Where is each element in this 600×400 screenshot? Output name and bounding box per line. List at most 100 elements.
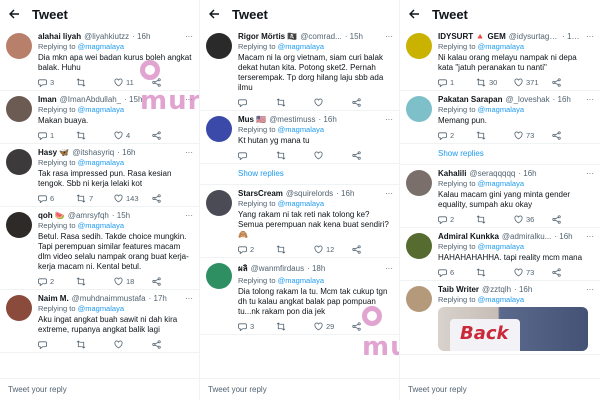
like-action[interactable]: 371 [514, 78, 552, 87]
avatar[interactable] [406, 286, 432, 312]
reply-action[interactable]: 2 [238, 245, 276, 254]
avatar[interactable] [6, 149, 32, 175]
author-handle[interactable]: @itshasyriq [72, 148, 114, 157]
retweet-action[interactable] [276, 244, 314, 254]
share-action[interactable] [552, 214, 590, 224]
reply-tweet[interactable]: ผลิ @wanmfirdaus · 18h ··· Replying to @… [200, 258, 399, 335]
mention-link[interactable]: @magmalaya [278, 125, 324, 134]
author-handle[interactable]: @admiralku... [502, 232, 551, 241]
timestamp[interactable]: · 16h [336, 189, 354, 198]
avatar[interactable] [406, 170, 432, 196]
like-action[interactable]: 73 [514, 131, 552, 140]
more-options-icon[interactable]: ··· [382, 264, 393, 273]
avatar[interactable] [6, 212, 32, 238]
back-arrow-icon[interactable] [8, 8, 20, 20]
author-name[interactable]: Mus 🇺🇸 [238, 115, 266, 124]
reply-tweet[interactable]: Mus 🇺🇸 @mestimuss · 16h ··· Replying to … [200, 111, 399, 164]
author-name[interactable]: Pakatan Sarapan [438, 95, 502, 104]
show-replies-link[interactable]: Show replies [200, 164, 399, 185]
reply-tweet[interactable]: StarsCream @squirelords · 16h ··· Replyi… [200, 185, 399, 258]
like-action[interactable]: 73 [514, 268, 552, 277]
more-options-icon[interactable]: ··· [583, 95, 594, 104]
reply-action[interactable]: 2 [438, 215, 476, 224]
retweet-action[interactable] [76, 130, 114, 140]
share-action[interactable] [552, 267, 590, 277]
avatar[interactable] [206, 116, 232, 142]
share-action[interactable] [352, 244, 390, 254]
avatar[interactable] [6, 33, 32, 59]
timestamp[interactable]: · 15h [124, 95, 142, 104]
like-action[interactable]: 18 [114, 277, 152, 286]
timestamp[interactable]: · 16h [319, 115, 337, 124]
reply-tweet[interactable]: alahai liyah @liyahkiutzz · 16h ··· Repl… [0, 28, 199, 91]
retweet-action[interactable] [476, 130, 514, 140]
share-action[interactable] [552, 130, 590, 140]
author-name[interactable]: ผลิ [238, 262, 248, 275]
retweet-action[interactable] [276, 150, 314, 160]
like-action[interactable] [114, 340, 152, 349]
reply-action[interactable]: 1 [438, 78, 476, 87]
avatar[interactable] [206, 190, 232, 216]
reply-action[interactable]: 3 [238, 322, 276, 331]
timestamp[interactable]: · 16h [553, 95, 571, 104]
retweet-action[interactable] [76, 77, 114, 87]
avatar[interactable] [6, 96, 32, 122]
retweet-action[interactable] [476, 214, 514, 224]
author-name[interactable]: qoh 🍉 [38, 211, 65, 220]
tweet-reply-input[interactable]: Tweet your reply [0, 378, 199, 400]
share-action[interactable] [152, 339, 190, 349]
mention-link[interactable]: @magmalaya [478, 295, 524, 304]
author-handle[interactable]: @seraqqqqq [469, 169, 515, 178]
author-name[interactable]: Iman [38, 95, 57, 104]
more-options-icon[interactable]: ··· [382, 115, 393, 124]
share-action[interactable] [352, 321, 390, 331]
reply-tweet[interactable]: Taib Writer @zztqlh · 16h ··· Replying t… [400, 281, 600, 355]
retweet-action[interactable] [476, 267, 514, 277]
reply-action[interactable]: 6 [38, 194, 76, 203]
author-handle[interactable]: @idysurtagem [509, 32, 559, 41]
mention-link[interactable]: @magmalaya [78, 42, 124, 51]
author-handle[interactable]: @wanmfirdaus [251, 264, 304, 273]
author-name[interactable]: Taib Writer [438, 285, 479, 294]
like-action[interactable]: 29 [314, 322, 352, 331]
more-options-icon[interactable]: ··· [583, 169, 594, 178]
more-options-icon[interactable]: ··· [182, 211, 193, 220]
like-action[interactable] [314, 98, 352, 107]
timestamp[interactable]: · 16h [514, 285, 532, 294]
avatar[interactable] [6, 295, 32, 321]
author-handle[interactable]: @amrsyfqh [68, 211, 109, 220]
mention-link[interactable]: @magmalaya [278, 276, 324, 285]
author-name[interactable]: alahai liyah [38, 32, 81, 41]
share-action[interactable] [352, 150, 390, 160]
like-action[interactable]: 4 [114, 131, 152, 140]
more-options-icon[interactable]: ··· [382, 32, 393, 41]
share-action[interactable] [552, 77, 590, 87]
more-options-icon[interactable]: ··· [583, 32, 594, 41]
share-action[interactable] [152, 276, 190, 286]
mention-link[interactable]: @magmalaya [478, 179, 524, 188]
reply-tweet[interactable]: Admiral Kunkka @admiralku... · 16h ··· R… [400, 228, 600, 281]
reply-tweet[interactable]: Hasy 🦋 @itshasyriq · 16h ··· Replying to… [0, 144, 199, 207]
mention-link[interactable]: @magmalaya [278, 42, 324, 51]
reply-tweet[interactable]: qoh 🍉 @amrsyfqh · 15h ··· Replying to @m… [0, 207, 199, 290]
timestamp[interactable]: · 16h [117, 148, 135, 157]
author-handle[interactable]: @_loveshak [505, 95, 549, 104]
like-action[interactable]: 143 [114, 194, 152, 203]
reply-action[interactable]: 6 [438, 268, 476, 277]
back-arrow-icon[interactable] [408, 8, 420, 20]
like-action[interactable]: 12 [314, 245, 352, 254]
share-action[interactable] [152, 130, 190, 140]
author-handle[interactable]: @mestimuss [269, 115, 315, 124]
timestamp[interactable]: · 16h [132, 32, 150, 41]
more-options-icon[interactable]: ··· [182, 95, 193, 104]
reply-action[interactable]: 1 [38, 131, 76, 140]
reply-tweet[interactable]: IDYSURT 🔺 GEM @idysurtagem · 16h ··· Rep… [400, 28, 600, 91]
timestamp[interactable]: · 16h [554, 232, 572, 241]
back-arrow-icon[interactable] [208, 8, 220, 20]
mention-link[interactable]: @magmalaya [78, 221, 124, 230]
like-action[interactable] [314, 151, 352, 160]
timestamp[interactable]: · 17h [149, 294, 167, 303]
mention-link[interactable]: @magmalaya [478, 42, 524, 51]
more-options-icon[interactable]: ··· [583, 232, 594, 241]
retweet-action[interactable]: 30 [476, 78, 514, 87]
